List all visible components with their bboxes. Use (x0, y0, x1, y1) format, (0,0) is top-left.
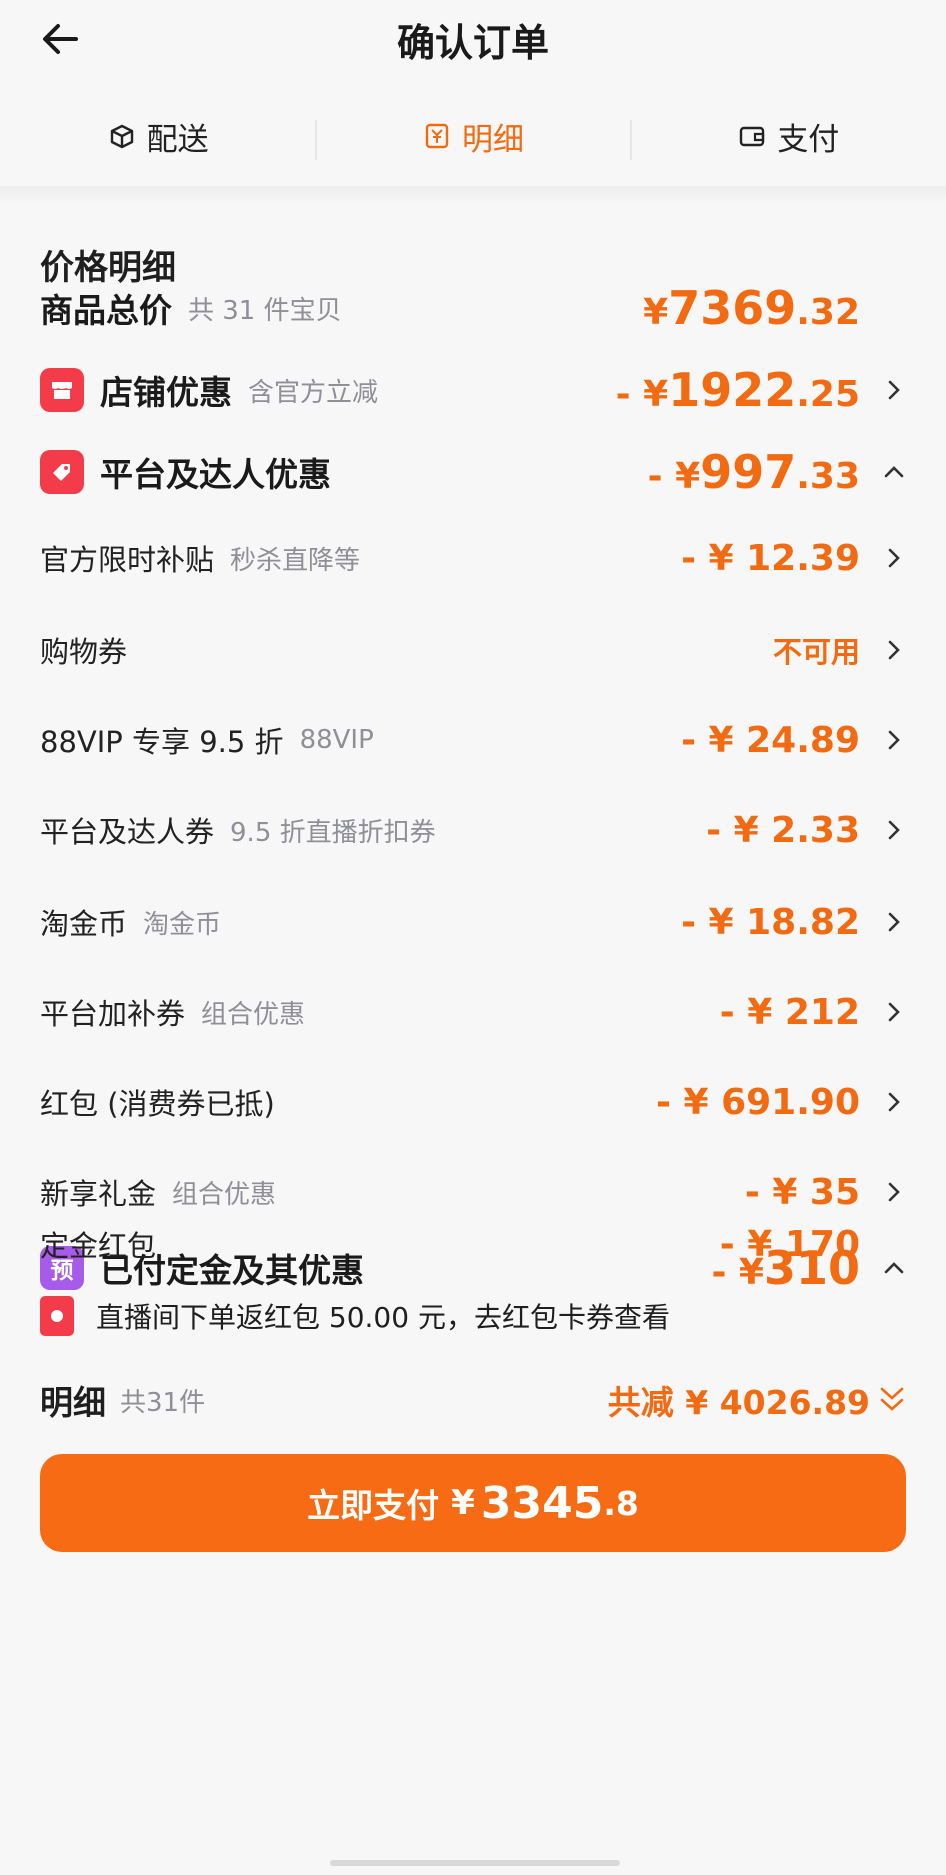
summary-label: 明细 (40, 1383, 106, 1422)
shop-discount-amount: - ¥1922.25 (615, 363, 860, 417)
home-indicator (330, 1860, 620, 1866)
chevron-right-icon (888, 1092, 900, 1112)
list-item: 定金红包 - ¥ 170 (0, 1216, 946, 1272)
item-amount: 不可用 (772, 635, 860, 669)
shop-discount-label: 店铺优惠 (100, 373, 232, 412)
goods-total-label: 商品总价 (40, 291, 172, 330)
yuan-icon (422, 121, 452, 151)
list-item[interactable]: 淘金币 淘金币 - ¥ 18.82 (0, 894, 946, 950)
goods-total-amount: ¥7369.32 (643, 281, 860, 335)
tab-label: 明细 (461, 121, 524, 158)
goods-total-count: 共 31 件宝贝 (188, 295, 342, 326)
top-bar: 确认订单 配送 明细 支付 (0, 0, 946, 190)
chevron-right-icon (888, 730, 900, 750)
shop-discount-row[interactable]: 店铺优惠 含官方立减 - ¥1922.25 (0, 362, 946, 418)
list-item[interactable]: 新享礼金 组合优惠 - ¥ 35 (0, 1164, 946, 1220)
double-chevron-down-icon (880, 1387, 904, 1411)
tab-details[interactable]: 明细 (315, 104, 630, 168)
shop-discount-sub: 含官方立减 (248, 377, 379, 408)
page-title: 确认订单 (396, 21, 549, 65)
shop-icon (40, 368, 84, 412)
list-item[interactable]: 平台及达人券 9.5 折直播折扣券 - ¥ 2.33 (0, 802, 946, 858)
chevron-right-icon (888, 380, 900, 400)
list-item[interactable]: 官方限时补贴 秒杀直降等 - ¥ 12.39 (0, 530, 946, 586)
list-item[interactable]: 购物券 不可用 (0, 622, 946, 678)
deposit-item-amount: - ¥ 170 (719, 1223, 860, 1265)
chevron-right-icon (888, 640, 900, 660)
list-item[interactable]: 平台加补券 组合优惠 - ¥ 212 (0, 984, 946, 1040)
chevron-right-icon (888, 1182, 900, 1202)
list-item[interactable]: 88VIP 专享 9.5 折 88VIP - ¥ 24.89 (0, 712, 946, 768)
item-amount: - ¥ 18.82 (681, 901, 860, 943)
summary-total: 共减 ¥ 4026.89 (607, 1383, 870, 1422)
red-packet-icon (40, 1296, 74, 1336)
tab-payment[interactable]: 支付 (631, 104, 946, 168)
pay-amount-decimal: .8 (603, 1483, 639, 1523)
item-amount: - ¥ 212 (719, 991, 860, 1033)
notice-text: 直播间下单返红包 50.00 元，去红包卡券查看 (96, 1301, 670, 1334)
item-amount: - ¥ 2.33 (706, 809, 860, 851)
red-packet-notice[interactable]: 直播间下单返红包 50.00 元，去红包卡券查看 (40, 1296, 670, 1336)
pay-button-label: 立即支付 (307, 1486, 440, 1525)
item-amount: - ¥ 24.89 (681, 719, 860, 761)
platform-discount-label: 平台及达人优惠 (100, 455, 331, 494)
chevron-right-icon (888, 912, 900, 932)
tab-label: 配送 (146, 121, 209, 158)
box-icon (107, 121, 137, 151)
tab-divider (630, 120, 632, 160)
tab-divider (315, 120, 317, 160)
pay-now-button[interactable]: 立即支付 ¥ 3345 .8 (40, 1454, 906, 1552)
tab-bar: 配送 明细 支付 (0, 104, 946, 168)
summary-bar[interactable]: 明细 共31件 共减 ¥ 4026.89 (40, 1370, 906, 1430)
chevron-right-icon (888, 820, 900, 840)
deposit-item-label: 定金红包 (40, 1229, 157, 1263)
chevron-right-icon (888, 1002, 900, 1022)
price-detail-card: 价格明细 商品总价 共 31 件宝贝 ¥7369.32 店铺优惠 含官方立减 -… (0, 204, 946, 1875)
goods-total-row: 商品总价 共 31 件宝贝 ¥7369.32 (0, 280, 946, 336)
tab-label: 支付 (777, 121, 840, 158)
platform-discount-row[interactable]: 平台及达人优惠 - ¥997.33 (0, 444, 946, 500)
wallet-icon (737, 121, 767, 151)
chevron-right-icon (888, 548, 900, 568)
chevron-up-icon (884, 466, 904, 478)
pay-amount-integer: 3345 (480, 1477, 604, 1529)
summary-count: 共31件 (120, 1387, 206, 1418)
item-amount: - ¥ 35 (744, 1171, 860, 1213)
item-amount: - ¥ 12.39 (681, 537, 860, 579)
tag-icon (40, 450, 84, 494)
item-amount: - ¥ 691.90 (656, 1081, 860, 1123)
platform-discount-amount: - ¥997.33 (647, 445, 860, 499)
list-item[interactable]: 红包 (消费券已抵) - ¥ 691.90 (0, 1074, 946, 1130)
pay-currency: ¥ (451, 1483, 475, 1523)
header-shadow (0, 186, 946, 206)
tab-delivery[interactable]: 配送 (0, 104, 315, 168)
